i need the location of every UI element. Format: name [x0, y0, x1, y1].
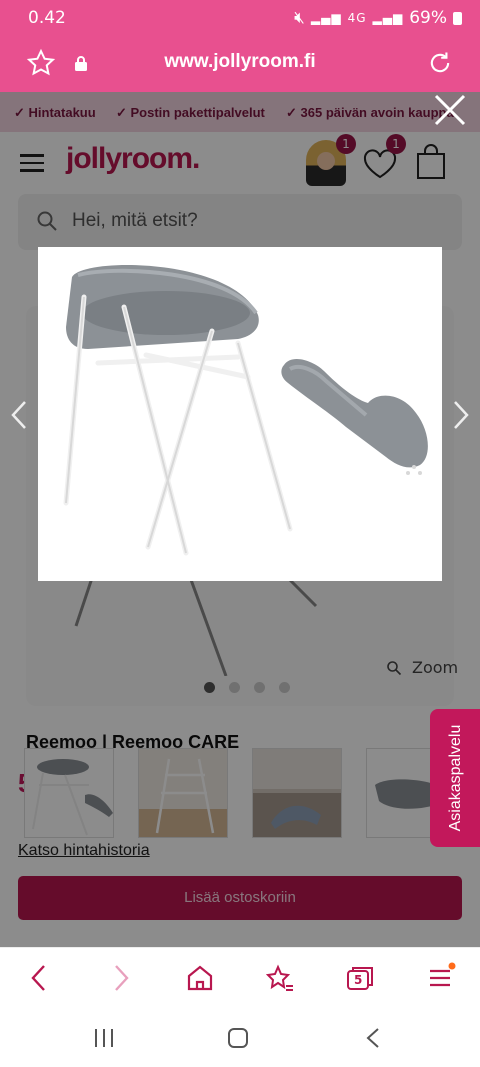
home-button-icon[interactable] — [226, 1027, 250, 1049]
wifi-signal-icon: ▂▄▆ — [310, 11, 342, 25]
status-icons: 🔇︎ ▂▄▆ 4G ▂▄▆ 69% — [294, 8, 462, 28]
battery-icon — [453, 11, 462, 25]
mute-icon: 🔇︎ — [294, 8, 305, 28]
system-back-icon[interactable] — [364, 1027, 382, 1049]
reload-icon[interactable] — [426, 49, 454, 77]
chevron-left-icon[interactable] — [10, 400, 28, 430]
customer-service-tab[interactable]: Asiakaspalvelu — [430, 709, 480, 847]
lightbox-image — [38, 247, 442, 581]
close-icon[interactable] — [432, 92, 468, 128]
customer-service-label: Asiakaspalvelu — [447, 724, 464, 832]
system-navigation-bar — [0, 1007, 480, 1067]
forward-arrow-icon[interactable] — [104, 962, 136, 994]
status-bar: 0.42 🔇︎ ▂▄▆ 4G ▂▄▆ 69% — [0, 0, 480, 36]
chevron-right-icon[interactable] — [452, 400, 470, 430]
recent-apps-icon[interactable] — [92, 1027, 116, 1049]
home-icon[interactable] — [184, 962, 216, 994]
tabs-button[interactable]: 5 — [344, 962, 376, 994]
url-field[interactable]: www.jollyroom.fi — [0, 51, 480, 73]
back-arrow-icon[interactable] — [24, 962, 56, 994]
cell-signal-icon: ▂▄▆ — [372, 11, 404, 25]
browser-bottom-toolbar: 5 — [0, 947, 480, 1007]
tabs-count: 5 — [354, 973, 363, 987]
product-image-bath-set — [63, 264, 428, 556]
status-time: 0.42 — [28, 8, 66, 28]
browser-address-bar: www.jollyroom.fi — [0, 36, 480, 92]
battery-level: 69% — [409, 8, 447, 28]
bookmarks-star-icon[interactable] — [264, 962, 296, 994]
network-type: 4G — [347, 11, 367, 25]
browser-menu-icon[interactable] — [424, 962, 456, 994]
